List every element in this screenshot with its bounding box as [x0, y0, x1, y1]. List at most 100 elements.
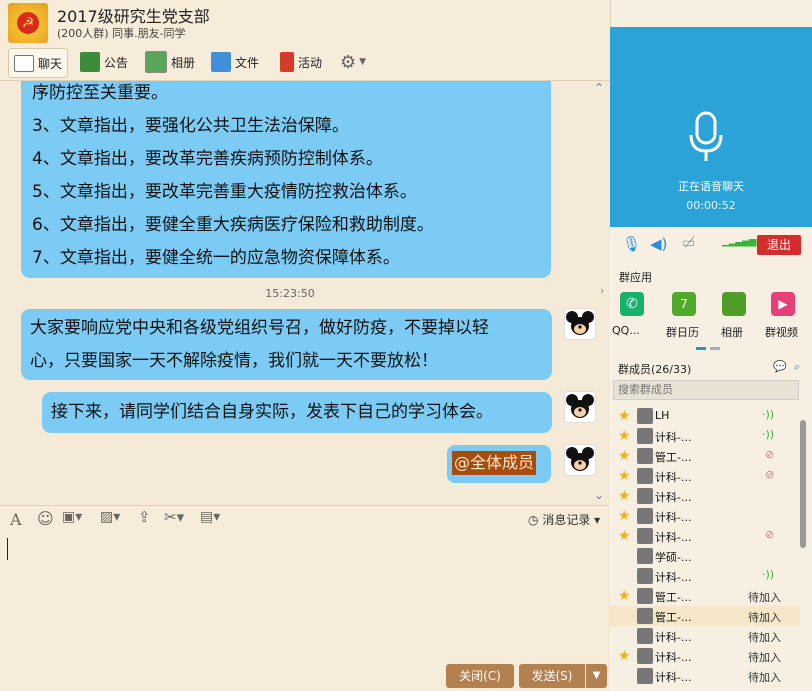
- mic-toggle-icon[interactable]: 🎙: [622, 235, 641, 253]
- app-album[interactable]: 相册: [721, 324, 743, 340]
- tab-chat[interactable]: 聊天: [8, 48, 69, 78]
- tab-announce-label: 公告: [104, 55, 129, 70]
- video-icon[interactable]: ▶: [771, 292, 795, 316]
- speaking-icon: ·)): [762, 428, 775, 441]
- message-line: 序防控至关重要。: [32, 83, 168, 103]
- message-line: 大家要响应党中央和各级党组织号召，做好防疫，不要掉以轻: [30, 318, 489, 338]
- avatar[interactable]: [564, 391, 596, 423]
- app-qq[interactable]: QQ...: [612, 324, 640, 337]
- member-row[interactable]: ★ 计科-...: [610, 506, 800, 526]
- apps-title: 群应用: [619, 271, 652, 284]
- avatar: [637, 668, 653, 684]
- star-icon: ★: [618, 448, 631, 464]
- message-bubble[interactable]: 序防控至关重要。 3、文章指出，要强化公共卫生法治保障。 4、文章指出，要改革完…: [21, 81, 551, 278]
- text-cursor: [7, 538, 8, 560]
- voice-controls: 🎙 ◀) ▭̸ ▁▂▃▄▅ 退出: [610, 227, 812, 262]
- folder-icon: [211, 52, 231, 72]
- avatar[interactable]: [564, 444, 596, 476]
- message-line: 心，只要国家一天不解除疫情，我们就一天不要放松！: [30, 351, 438, 371]
- avatar: [637, 548, 653, 564]
- page-indicator: [696, 347, 706, 350]
- close-button[interactable]: 关闭(C): [446, 664, 514, 688]
- tab-announce[interactable]: 公告: [80, 48, 128, 76]
- member-row[interactable]: 管工-... 待加入: [610, 606, 800, 626]
- member-search-input[interactable]: [613, 380, 799, 400]
- avatar: [637, 588, 653, 604]
- avatar: [637, 468, 653, 484]
- message-bubble[interactable]: 接下来，请同学们结合自身实际，发表下自己的学习体会。: [42, 392, 552, 433]
- member-row[interactable]: ★ LH ·)): [610, 406, 800, 426]
- mention-bubble[interactable]: @全体成员: [447, 445, 551, 483]
- star-icon: ★: [618, 408, 631, 424]
- tab-album-label: 相册: [171, 55, 196, 70]
- clock-icon: ◷: [528, 513, 539, 527]
- chat-icon: [14, 54, 34, 72]
- search-icon[interactable]: ⌕: [794, 360, 800, 374]
- upload-icon[interactable]: ⇪: [138, 508, 151, 526]
- members-title: 群成员(26/33): [618, 363, 692, 376]
- avatar[interactable]: [564, 308, 596, 340]
- avatar: [637, 428, 653, 444]
- scissors-icon[interactable]: ✂▾: [164, 508, 184, 526]
- speaker-icon[interactable]: ◀): [650, 235, 667, 253]
- flag-icon: [280, 52, 294, 72]
- message-line: 接下来，请同学们结合自身实际，发表下自己的学习体会。: [51, 402, 493, 422]
- tab-chat-label: 聊天: [38, 56, 63, 71]
- avatar: [637, 528, 653, 544]
- more-tools-icon[interactable]: ▤▾: [200, 509, 220, 525]
- tab-activity[interactable]: 活动: [280, 48, 322, 76]
- collapse-up-icon[interactable]: ⌃: [594, 81, 604, 95]
- avatar: [637, 448, 653, 464]
- gif-icon[interactable]: ▣▾: [62, 509, 82, 525]
- settings-gear-icon[interactable]: ⚙ ▼: [340, 48, 366, 76]
- camera-off-icon[interactable]: ▭̸: [682, 235, 695, 251]
- member-row[interactable]: ★ 管工-... ⊘: [610, 446, 800, 466]
- calendar-icon[interactable]: 7: [672, 292, 696, 316]
- history-button[interactable]: ◷ 消息记录 ▾: [528, 511, 600, 528]
- avatar: [637, 648, 653, 664]
- tab-album[interactable]: 相册: [145, 48, 195, 76]
- message-input[interactable]: [0, 533, 608, 691]
- font-icon[interactable]: A: [10, 510, 22, 529]
- send-button[interactable]: 发送(S): [519, 664, 585, 688]
- message-line: 3、文章指出，要强化公共卫生法治保障。: [32, 116, 349, 136]
- emoji-icon[interactable]: ☺: [37, 509, 54, 528]
- group-avatar[interactable]: ☭: [8, 3, 48, 43]
- chat-history[interactable]: 序防控至关重要。 3、文章指出，要强化公共卫生法治保障。 4、文章指出，要改革完…: [0, 81, 608, 505]
- input-toolbar: A ☺ ▣▾ ▨▾ ⇪ ✂▾ ▤▾ ◷ 消息记录 ▾: [0, 505, 608, 534]
- voice-status: 正在语音聊天: [678, 180, 744, 193]
- member-row[interactable]: 计科-... 待加入: [610, 666, 800, 686]
- exit-voice-button[interactable]: 退出: [757, 235, 801, 255]
- member-row[interactable]: ★ 计科-... 待加入: [610, 646, 800, 666]
- speaking-icon: ·)): [762, 568, 775, 581]
- album-icon[interactable]: [722, 292, 746, 316]
- member-row[interactable]: ★ 计科-...: [610, 486, 800, 506]
- phone-icon[interactable]: ✆: [620, 292, 644, 316]
- member-row[interactable]: ★ 计科-... ⊘: [610, 466, 800, 486]
- app-calendar[interactable]: 群日历: [666, 324, 699, 340]
- scroll-bottom-icon[interactable]: ⌄: [594, 488, 604, 502]
- chevron-right-icon[interactable]: ›: [600, 284, 604, 297]
- chat-bubble-icon[interactable]: 💬: [773, 360, 787, 373]
- speaking-icon: ·)): [762, 408, 775, 421]
- member-row[interactable]: 学硕-...: [610, 546, 800, 566]
- member-row[interactable]: 计科-... 待加入: [610, 626, 800, 646]
- member-row[interactable]: ★ 计科-... ·)): [610, 426, 800, 446]
- image-icon[interactable]: ▨▾: [100, 509, 120, 525]
- avatar: [637, 628, 653, 644]
- muted-icon: ⊘: [765, 448, 775, 461]
- message-bubble[interactable]: 大家要响应党中央和各级党组织号召，做好防疫，不要掉以轻 心，只要国家一天不解除疫…: [21, 309, 552, 380]
- message-line: 4、文章指出，要改革完善疾病预防控制体系。: [32, 149, 383, 169]
- member-scrollbar[interactable]: [800, 420, 806, 548]
- app-video[interactable]: 群视频: [765, 324, 798, 340]
- avatar: [637, 488, 653, 504]
- member-row[interactable]: ★ 计科-... ⊘: [610, 526, 800, 546]
- send-options-icon[interactable]: ▼: [586, 664, 607, 688]
- tab-files[interactable]: 文件: [211, 48, 259, 76]
- message-line: 5、文章指出，要改革完善重大疫情防控救治体系。: [32, 182, 417, 202]
- member-row[interactable]: ★ 管工-... 待加入: [610, 586, 800, 606]
- group-subtitle: (200人群) 同事.朋友-同学: [57, 27, 186, 40]
- member-row[interactable]: 计科-... ·)): [610, 566, 800, 586]
- announcement-icon: [80, 52, 100, 72]
- page-indicator: [710, 347, 720, 350]
